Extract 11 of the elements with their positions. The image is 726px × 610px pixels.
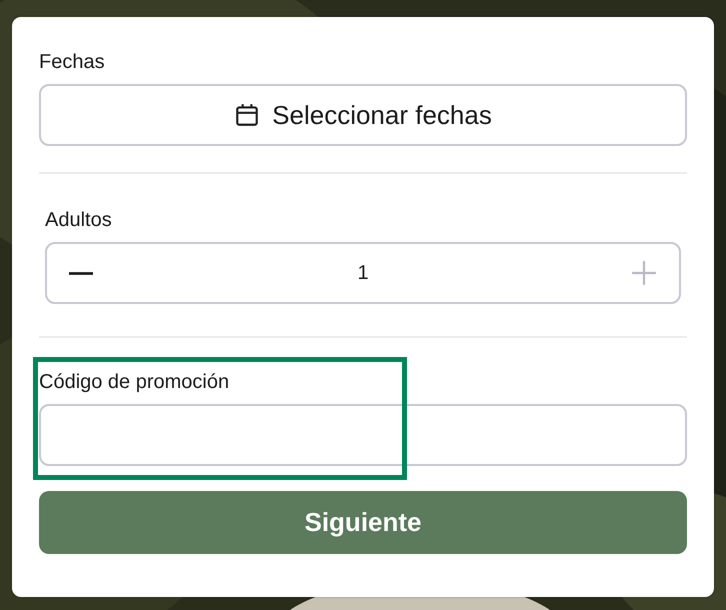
calendar-icon [234,102,260,128]
stepper-value: 1 [357,262,369,284]
select-dates-button[interactable]: Seleccionar fechas [39,84,687,146]
field-label: Adultos [45,208,112,232]
plus-icon [631,260,657,286]
minus-icon [69,272,93,274]
field-label: Código de promoción [39,370,230,394]
next-button[interactable]: Siguiente [39,491,687,554]
field-label: Fechas [39,50,105,74]
promo-code-field[interactable] [39,404,687,466]
adults-stepper[interactable]: 1 [45,242,681,304]
